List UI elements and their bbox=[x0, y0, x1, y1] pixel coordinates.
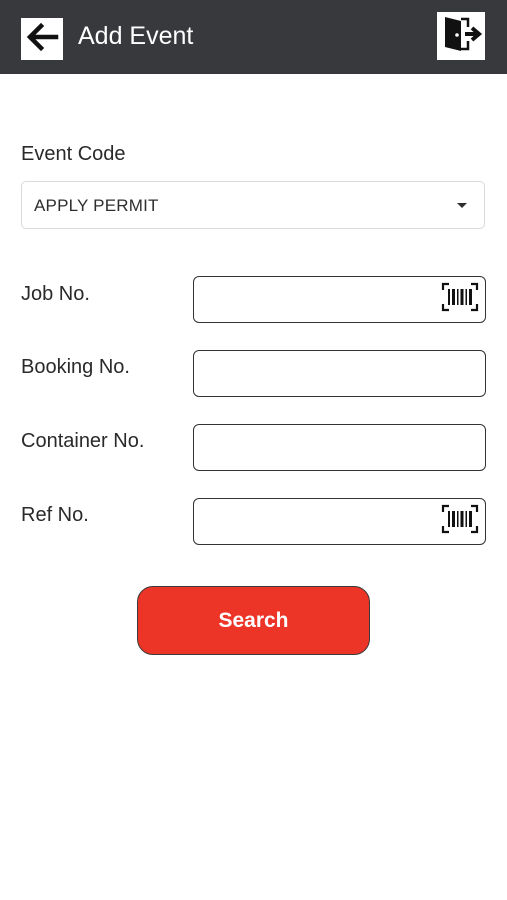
barcode-scan-icon bbox=[441, 282, 479, 317]
event-code-label: Event Code bbox=[21, 143, 126, 165]
arrow-left-icon bbox=[25, 20, 59, 59]
container-no-input[interactable] bbox=[193, 424, 486, 471]
event-code-select[interactable]: APPLY PERMIT bbox=[21, 181, 485, 229]
page-title: Add Event bbox=[78, 22, 194, 50]
container-no-label: Container No. bbox=[21, 430, 145, 452]
chevron-down-icon bbox=[457, 203, 467, 208]
booking-no-label: Booking No. bbox=[21, 356, 130, 378]
logout-button[interactable] bbox=[437, 12, 485, 60]
ref-no-label: Ref No. bbox=[21, 504, 89, 526]
event-code-selected-value: APPLY PERMIT bbox=[34, 196, 159, 215]
ref-no-scan-button[interactable] bbox=[440, 504, 480, 539]
back-button[interactable] bbox=[21, 18, 63, 60]
job-no-scan-button[interactable] bbox=[440, 282, 480, 317]
booking-no-input[interactable] bbox=[193, 350, 486, 397]
logout-door-icon bbox=[439, 12, 483, 61]
barcode-scan-icon bbox=[441, 504, 479, 539]
app-header: Add Event bbox=[0, 0, 507, 74]
search-button[interactable]: Search bbox=[137, 586, 370, 655]
job-no-label: Job No. bbox=[21, 283, 90, 305]
